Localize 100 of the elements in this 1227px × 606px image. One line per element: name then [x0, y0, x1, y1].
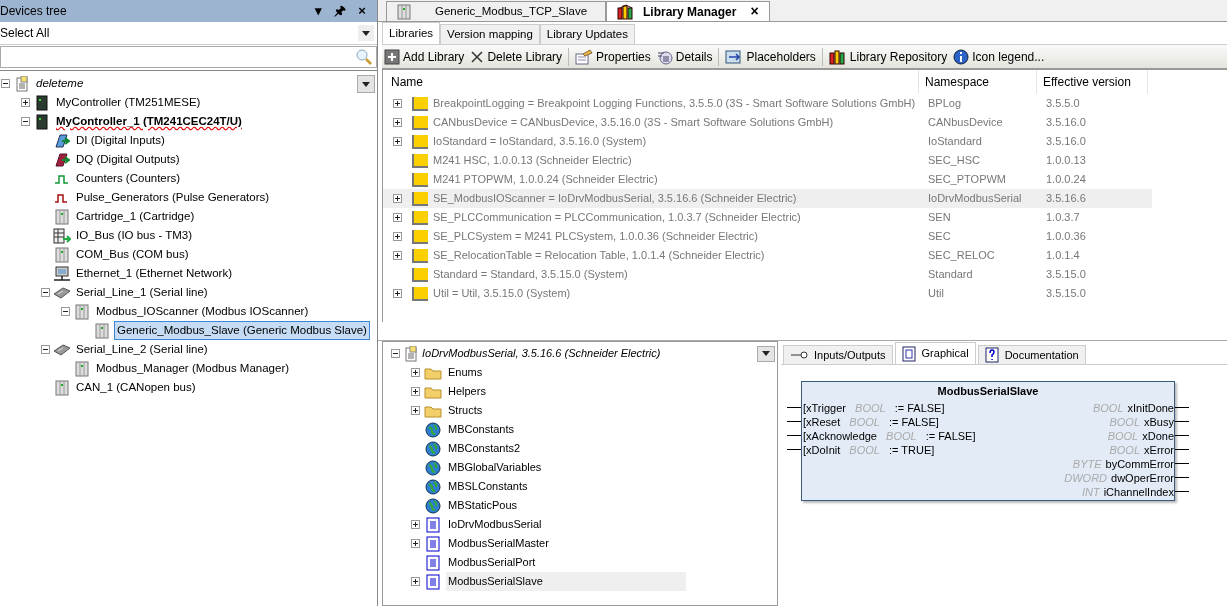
expand-toggle[interactable]: [393, 251, 402, 260]
expand-toggle[interactable]: [411, 539, 420, 548]
table-row[interactable]: M241 PTOPWM, 1.0.0.24 (Schneider Electric) SEC_PTOPWM 1.0.0.24: [383, 170, 1152, 189]
tree-item[interactable]: MBConstants: [446, 420, 515, 439]
tree-item[interactable]: Counters (Counters): [74, 169, 183, 188]
table-row[interactable]: SE_PLCSystem = M241 PLCSystem, 1.0.0.36 (Schneider Electric) SEC 1.0.0.36: [383, 227, 1152, 246]
table-cell-text: 3.5.16.0: [1045, 134, 1086, 150]
tab[interactable]: Documentation: [977, 345, 1086, 364]
expand-toggle[interactable]: [393, 232, 402, 241]
column-header[interactable]: Name: [391, 73, 918, 91]
tree-item[interactable]: MBConstants2: [446, 439, 521, 458]
toolbar-button[interactable]: Delete Library: [468, 47, 565, 66]
tree-item[interactable]: MBGlobalVariables: [446, 458, 542, 477]
table-cell-text: M241 PTOPWM, 1.0.0.24 (Schneider Electric): [433, 172, 659, 188]
search-field[interactable]: [0, 46, 377, 68]
tree-item[interactable]: DQ (Digital Outputs): [74, 150, 182, 169]
filter-dropdown[interactable]: Select All: [0, 22, 377, 45]
tree-item[interactable]: ModbusSerialMaster: [446, 534, 549, 553]
editor-tab[interactable]: Library Manager ×: [606, 1, 770, 21]
caret-icon: [762, 351, 770, 356]
table-cell-text: 3.5.15.0: [1045, 267, 1086, 283]
tree-item[interactable]: Structs: [446, 401, 483, 420]
table-row[interactable]: SE_PLCCommunication = PLCCommunication, 1.0.3.7 (Schneider Electric) SEN 1.0.3.7: [383, 208, 1152, 227]
tab[interactable]: Libraries: [382, 22, 441, 44]
tab[interactable]: Graphical: [894, 342, 976, 364]
toolbar-button[interactable]: Icon legend...: [951, 47, 1047, 66]
tree-item[interactable]: Modbus_Manager (Modbus Manager): [94, 359, 292, 378]
collapse-toggle[interactable]: [391, 349, 400, 358]
dropdown-button[interactable]: [757, 345, 775, 362]
tree-item[interactable]: MBSLConstants: [446, 477, 528, 496]
tree-item[interactable]: Ethernet_1 (Ethernet Network): [74, 264, 234, 283]
expand-toggle[interactable]: [393, 99, 402, 108]
table-row[interactable]: BreakpointLogging = Breakpoint Logging Functions, 3.5.5.0 (3S - Smart Software Solutions GmbH) BPLog 3.5.5.0: [383, 94, 1152, 113]
expand-toggle[interactable]: [411, 577, 420, 586]
toolbar-button[interactable]: Placeholders: [723, 47, 818, 66]
toolbar-button[interactable]: Details: [654, 47, 715, 66]
expand-toggle[interactable]: [393, 118, 402, 127]
column-header[interactable]: Namespace: [918, 70, 1036, 94]
tree-item[interactable]: ModbusSerialSlave: [446, 572, 686, 591]
tree-item[interactable]: Generic_Modbus_Slave (Generic Modbus Slave): [114, 320, 370, 341]
tree-item[interactable]: IO_Bus (IO bus - TM3): [74, 226, 195, 245]
collapse-toggle[interactable]: [61, 307, 70, 316]
collapse-toggle[interactable]: [41, 288, 50, 297]
tree-item[interactable]: Pulse_Generators (Pulse Generators): [74, 188, 272, 207]
close-button[interactable]: ×: [351, 1, 373, 21]
tree-item[interactable]: COM_Bus (COM bus): [74, 245, 191, 264]
pin-line: [787, 448, 801, 450]
table-row[interactable]: SE_RelocationTable = Relocation Table, 1.0.1.4 (Schneider Electric) SEC_RELOC 1.0.1.4: [383, 246, 1152, 265]
column-header[interactable]: Effective version: [1036, 70, 1148, 94]
books-icon: [617, 3, 635, 20]
toolbar-button[interactable]: Properties: [573, 47, 653, 66]
expand-toggle[interactable]: [21, 98, 30, 107]
table-row[interactable]: Util = Util, 3.5.15.0 (System) Util 3.5.15.0: [383, 284, 1152, 303]
collapse-toggle[interactable]: [1, 79, 10, 88]
table-row[interactable]: Standard = Standard, 3.5.15.0 (System) Standard 3.5.15.0: [383, 265, 1152, 284]
tree-item[interactable]: ModbusSerialPort: [446, 553, 536, 572]
tree-item[interactable]: MyController (TM251MESE): [54, 93, 203, 112]
expand-toggle[interactable]: [411, 520, 420, 529]
tree-item[interactable]: MyController_1 (TM241CEC24T/U): [54, 112, 244, 131]
close-button[interactable]: ×: [750, 1, 759, 22]
expand-toggle[interactable]: [411, 406, 420, 415]
table-row[interactable]: CANbusDevice = CANbusDevice, 3.5.16.0 (3S - Smart Software Solutions GmbH) CANbusDevice 3.5.16.0: [383, 113, 1152, 132]
tree-item[interactable]: DI (Digital Inputs): [74, 131, 167, 150]
tree-item[interactable]: Cartridge_1 (Cartridge): [74, 207, 197, 226]
editor-tab[interactable]: Generic_Modbus_TCP_Slave: [386, 1, 606, 21]
table-cell-text: SE_RelocationTable = Relocation Table, 1.0.1.4 (Schneider Electric): [433, 248, 766, 264]
tree-item[interactable]: Serial_Line_2 (Serial line): [74, 340, 210, 359]
tree-item[interactable]: Enums: [446, 363, 483, 382]
expand-toggle[interactable]: [393, 213, 402, 222]
tree-item[interactable]: deleteme: [34, 74, 86, 93]
tree-item[interactable]: IoDrvModbusSerial: [446, 515, 542, 534]
tab[interactable]: Inputs/Outputs: [783, 345, 893, 364]
tree-item[interactable]: IoDrvModbusSerial, 3.5.16.6 (Schneider Electric): [422, 345, 661, 362]
expand-toggle[interactable]: [393, 289, 402, 298]
expand-toggle[interactable]: [411, 368, 420, 377]
output-card-icon: [54, 151, 70, 168]
tree-item[interactable]: Serial_Line_1 (Serial line): [74, 283, 210, 302]
dropdown-button[interactable]: [357, 75, 375, 93]
collapse-toggle[interactable]: [21, 117, 30, 126]
table-row[interactable]: SE_ModbusIOScanner = IoDrvModbusSerial, 3.5.16.6 (Schneider Electric) IoDrvModbusSerial 3.5.16.6: [383, 189, 1152, 208]
globe-icon: [425, 421, 441, 438]
connector-icon: [53, 342, 71, 357]
document-icon: [426, 516, 440, 533]
tree-item[interactable]: MBStaticPous: [446, 496, 518, 515]
tree-item[interactable]: Helpers: [446, 382, 486, 401]
expand-toggle[interactable]: [411, 387, 420, 396]
table-cell-text: 1.0.1.4: [1045, 248, 1080, 264]
table-row[interactable]: M241 HSC, 1.0.0.13 (Schneider Electric) SEC_HSC 1.0.0.13: [383, 151, 1152, 170]
tab[interactable]: Library Updates: [539, 24, 635, 44]
collapse-toggle[interactable]: [41, 345, 50, 354]
toolbar-button[interactable]: Library Repository: [826, 47, 950, 66]
pin-button[interactable]: 🖈: [329, 1, 351, 21]
toolbar-button[interactable]: Add Library: [382, 47, 467, 66]
tree-item[interactable]: CAN_1 (CANopen bus): [74, 378, 198, 397]
tab[interactable]: Version mapping: [440, 24, 540, 44]
tree-item[interactable]: Modbus_IOScanner (Modbus IOScanner): [94, 302, 311, 321]
expand-toggle[interactable]: [393, 194, 402, 203]
table-row[interactable]: IoStandard = IoStandard, 3.5.16.0 (System) IoStandard 3.5.16.0: [383, 132, 1152, 151]
dropdown-button[interactable]: ▾: [307, 1, 329, 21]
expand-toggle[interactable]: [393, 137, 402, 146]
